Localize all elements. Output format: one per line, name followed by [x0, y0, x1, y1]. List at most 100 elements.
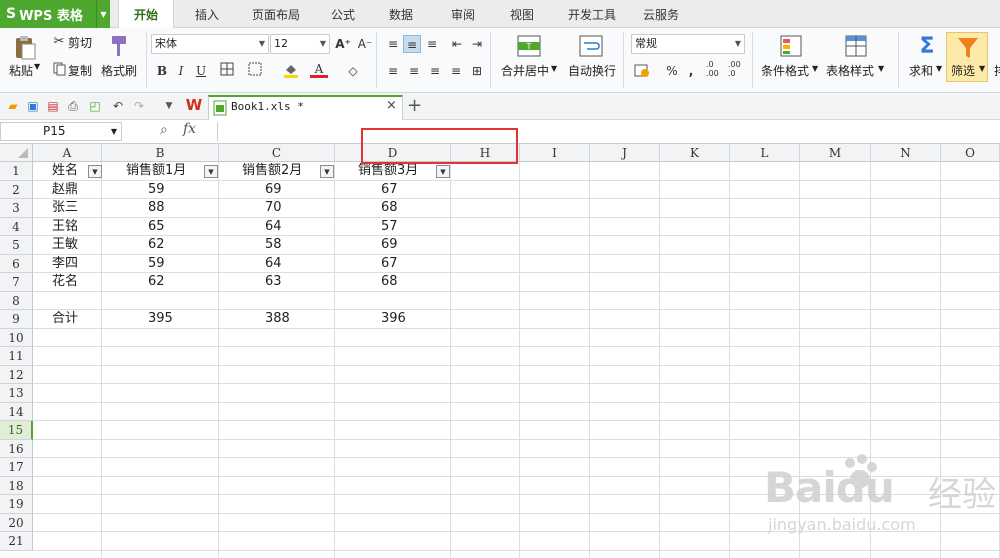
sort-button[interactable]: 排	[994, 62, 1000, 79]
align-middle-icon[interactable]: ≡	[403, 35, 421, 53]
scissors-icon[interactable]: ✂	[52, 34, 66, 49]
justify-icon[interactable]: ≡	[447, 62, 465, 80]
header-cell[interactable]: 销售额3月	[358, 162, 418, 180]
close-icon[interactable]: ×	[386, 98, 397, 113]
value-cell[interactable]: 88	[148, 199, 165, 217]
conditional-format-icon[interactable]	[779, 34, 803, 58]
fill-pattern-icon[interactable]	[246, 62, 264, 80]
value-cell[interactable]: 70	[265, 199, 282, 217]
value-cell[interactable]: 58	[265, 236, 282, 254]
value-cell[interactable]: 67	[381, 181, 398, 199]
tab-start[interactable]: 开始	[118, 0, 174, 29]
header-cell[interactable]: 姓名	[52, 162, 78, 180]
column-header[interactable]: A	[33, 144, 102, 162]
merge-center-icon[interactable]: T	[517, 35, 541, 57]
total-label-cell[interactable]: 合计	[52, 310, 78, 328]
row-header[interactable]: 10	[0, 328, 33, 347]
column-header[interactable]: M	[800, 144, 871, 162]
increase-decimal-icon[interactable]: .0.00	[706, 60, 719, 78]
align-top-icon[interactable]: ≡	[384, 35, 402, 53]
print-icon[interactable]: ⎙	[64, 97, 82, 115]
value-cell[interactable]: 59	[148, 255, 165, 273]
row-header[interactable]: 4	[0, 217, 33, 236]
sum-button[interactable]: 求和	[909, 62, 933, 79]
align-center-icon[interactable]: ≡	[405, 62, 423, 80]
value-cell[interactable]: 65	[148, 218, 165, 236]
clear-format-icon[interactable]: ◇	[344, 62, 362, 80]
header-cell[interactable]: 销售额2月	[242, 162, 302, 180]
tab-insert[interactable]: 插入	[184, 0, 230, 28]
row-header[interactable]: 16	[0, 439, 33, 458]
decrease-decimal-icon[interactable]: .00.0	[728, 60, 741, 78]
row-header[interactable]: 19	[0, 495, 33, 514]
tab-page-layout[interactable]: 页面布局	[243, 0, 309, 28]
name-cell[interactable]: 王铭	[52, 218, 78, 236]
row-header[interactable]: 8	[0, 291, 33, 310]
cut-button[interactable]: 剪切	[68, 34, 92, 51]
tab-cloud[interactable]: 云服务	[636, 0, 686, 28]
copy-icon[interactable]	[52, 62, 66, 76]
column-header[interactable]: I	[520, 144, 590, 162]
total-value-cell[interactable]: 396	[381, 310, 406, 328]
bold-button[interactable]: B	[153, 62, 171, 80]
name-cell[interactable]: 王敏	[52, 236, 78, 254]
value-cell[interactable]: 68	[381, 199, 398, 217]
row-header[interactable]: 13	[0, 384, 33, 403]
value-cell[interactable]: 69	[381, 236, 398, 254]
redo-icon[interactable]: ↷	[130, 97, 148, 115]
name-box[interactable]: P15 ▼	[0, 122, 122, 141]
tab-formula[interactable]: 公式	[321, 0, 365, 28]
tab-data[interactable]: 数据	[379, 0, 423, 28]
name-cell[interactable]: 赵鼎	[52, 181, 78, 199]
name-cell[interactable]: 李四	[52, 255, 78, 273]
thousands-separator-button[interactable]: ,	[682, 62, 700, 80]
column-header[interactable]: L	[730, 144, 800, 162]
value-cell[interactable]: 64	[265, 218, 282, 236]
tab-developer[interactable]: 开发工具	[560, 0, 624, 28]
filter-dropdown-icon[interactable]: ▼	[320, 165, 334, 178]
value-cell[interactable]: 57	[381, 218, 398, 236]
font-name-select[interactable]: 宋体 ▼	[151, 34, 269, 54]
border-icon[interactable]	[218, 62, 236, 80]
format-painter-icon[interactable]	[106, 34, 128, 58]
row-header[interactable]: 12	[0, 365, 33, 384]
name-cell[interactable]: 张三	[52, 199, 78, 217]
name-cell[interactable]: 花名	[52, 273, 78, 291]
distribute-icon[interactable]: ⊞	[468, 62, 486, 80]
table-style-icon[interactable]	[844, 34, 868, 58]
row-header[interactable]: 15	[0, 421, 33, 440]
column-header[interactable]: O	[941, 144, 1000, 162]
chevron-down-icon[interactable]: ▼	[111, 123, 117, 140]
save-icon[interactable]: ▣	[24, 97, 42, 115]
tab-view[interactable]: 视图	[500, 0, 544, 28]
chevron-down-icon[interactable]: ▼	[551, 64, 557, 73]
total-value-cell[interactable]: 395	[148, 310, 173, 328]
value-cell[interactable]: 62	[148, 273, 165, 291]
font-size-select[interactable]: 12 ▼	[270, 34, 330, 54]
percent-button[interactable]: %	[663, 62, 681, 80]
align-left-icon[interactable]: ≡	[384, 62, 402, 80]
paste-dropdown-icon[interactable]: ▼	[34, 62, 40, 71]
increase-indent-icon[interactable]: ⇥	[468, 35, 486, 53]
underline-button[interactable]: U	[192, 62, 210, 80]
number-format-select[interactable]: 常规 ▼	[631, 34, 745, 54]
conditional-format-button[interactable]: 条件格式	[761, 62, 809, 79]
value-cell[interactable]: 62	[148, 236, 165, 254]
column-header[interactable]: J	[590, 144, 660, 162]
value-cell[interactable]: 68	[381, 273, 398, 291]
align-bottom-icon[interactable]: ≡	[423, 35, 441, 53]
decrease-indent-icon[interactable]: ⇤	[448, 35, 466, 53]
function-button[interactable]: fx	[183, 121, 196, 137]
paste-icon[interactable]	[12, 34, 38, 60]
chevron-down-icon[interactable]: ▼	[812, 64, 818, 73]
sum-icon[interactable]: Σ	[915, 34, 939, 59]
column-header[interactable]: C	[219, 144, 335, 162]
app-menu-dropdown-icon[interactable]: ▼	[96, 0, 110, 28]
open-folder-icon[interactable]: ▰	[4, 97, 22, 115]
magnifier-icon[interactable]: ⌕	[160, 122, 168, 138]
wrap-text-icon[interactable]	[579, 35, 603, 57]
filter-button[interactable]: 筛选 ▼	[946, 32, 988, 82]
table-style-button[interactable]: 表格样式	[826, 62, 874, 79]
filter-dropdown-icon[interactable]: ▼	[436, 165, 450, 178]
wps-w-icon[interactable]: W	[185, 96, 203, 114]
